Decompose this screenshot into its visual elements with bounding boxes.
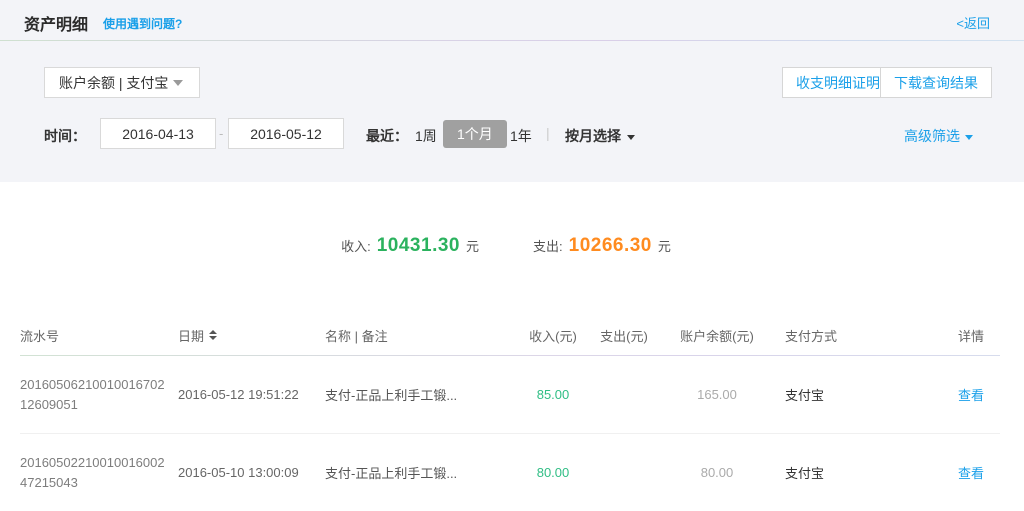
table-row: 2016050621001001670212609051 2016-05-12 … (20, 356, 1000, 433)
chevron-down-icon (965, 135, 973, 140)
cell-detail: 查看 (892, 463, 1000, 482)
cell-date: 2016-05-12 19:51:22 (178, 387, 320, 402)
chevron-down-icon (627, 135, 635, 140)
column-header-method: 支付方式 (772, 326, 892, 345)
view-detail-link[interactable]: 查看 (958, 466, 984, 481)
sort-icon[interactable] (209, 330, 217, 340)
chevron-down-icon (173, 80, 183, 86)
cell-name: 支付-正品上利手工锻... (320, 385, 520, 404)
time-label: 时间： (44, 126, 86, 146)
cell-income: 80.00 (520, 465, 586, 480)
cell-name: 支付-正品上利手工锻... (320, 463, 520, 482)
column-header-balance: 账户余额(元) (662, 326, 772, 345)
cell-serial: 2016050221001001600247215043 (20, 453, 178, 493)
expense-total-value: 10266.30 (569, 235, 652, 257)
table-header-row: 流水号 日期 名称 | 备注 收入(元) 支出(元) 账户余额(元) 支付方式 … (20, 315, 1000, 355)
cell-income: 85.00 (520, 387, 586, 402)
expense-total-unit: 元 (658, 236, 671, 255)
table-row: 2016050221001001600247215043 2016-05-10 … (20, 434, 1000, 511)
recent-option-1year[interactable]: 1年 (510, 126, 532, 146)
column-header-name: 名称 | 备注 (320, 326, 520, 345)
date-to-input[interactable] (228, 118, 344, 149)
month-select-label: 按月选择 (565, 126, 621, 146)
advanced-filter-label: 高级筛选 (904, 126, 960, 146)
cell-balance: 165.00 (662, 387, 772, 402)
cell-method: 支付宝 (772, 463, 892, 482)
download-results-button[interactable]: 下载查询结果 (880, 67, 992, 98)
cell-detail: 查看 (892, 385, 1000, 404)
options-divider: | (546, 125, 550, 141)
advanced-filter-dropdown[interactable]: 高级筛选 (904, 126, 973, 146)
results-panel: 收入: 10431.30 元 支出: 10266.30 元 流水号 日期 名称 … (0, 182, 1024, 508)
column-header-date[interactable]: 日期 (178, 326, 320, 345)
cell-method: 支付宝 (772, 385, 892, 404)
date-from-input[interactable] (100, 118, 216, 149)
income-total-unit: 元 (466, 236, 479, 255)
income-total-label: 收入: (341, 236, 371, 255)
time-filter-row: 时间： - 最近： 1周 1个月 1年 | 按月选择 高级筛选 (0, 118, 1024, 149)
recent-label: 最近： (366, 126, 408, 146)
cell-serial: 2016050621001001670212609051 (20, 375, 178, 415)
help-link[interactable]: 使用遇到问题? (103, 15, 182, 32)
transactions-table: 流水号 日期 名称 | 备注 收入(元) 支出(元) 账户余额(元) 支付方式 … (20, 315, 1000, 511)
filter-panel: 资产明细 使用遇到问题? <返回 账户余额 | 支付宝 收支明细证明 下载查询结… (0, 0, 1024, 182)
recent-option-1week[interactable]: 1周 (415, 126, 437, 146)
column-header-date-label: 日期 (178, 326, 204, 345)
income-total-value: 10431.30 (377, 235, 460, 257)
column-header-detail: 详情 (892, 326, 1000, 345)
date-range-separator: - (219, 126, 223, 141)
expense-total-label: 支出: (533, 236, 563, 255)
totals-summary: 收入: 10431.30 元 支出: 10266.30 元 (0, 235, 1012, 257)
header-divider (0, 40, 1024, 41)
asset-details-page: 资产明细 使用遇到问题? <返回 账户余额 | 支付宝 收支明细证明 下载查询结… (0, 0, 1024, 508)
column-header-expense: 支出(元) (586, 326, 662, 345)
recent-option-1month-selected[interactable]: 1个月 (443, 120, 507, 148)
column-header-serial: 流水号 (20, 326, 178, 345)
page-title: 资产明细 (24, 11, 88, 35)
page-header: 资产明细 使用遇到问题? <返回 (0, 0, 1024, 41)
account-select-value: 账户余额 | 支付宝 (59, 73, 168, 93)
month-select-dropdown[interactable]: 按月选择 (565, 126, 635, 146)
column-header-income: 收入(元) (520, 326, 586, 345)
cell-balance: 80.00 (662, 465, 772, 480)
account-type-select[interactable]: 账户余额 | 支付宝 (44, 67, 200, 98)
view-detail-link[interactable]: 查看 (958, 388, 984, 403)
statement-proof-button[interactable]: 收支明细证明 (782, 67, 894, 98)
cell-date: 2016-05-10 13:00:09 (178, 465, 320, 480)
back-link[interactable]: <返回 (956, 13, 990, 32)
